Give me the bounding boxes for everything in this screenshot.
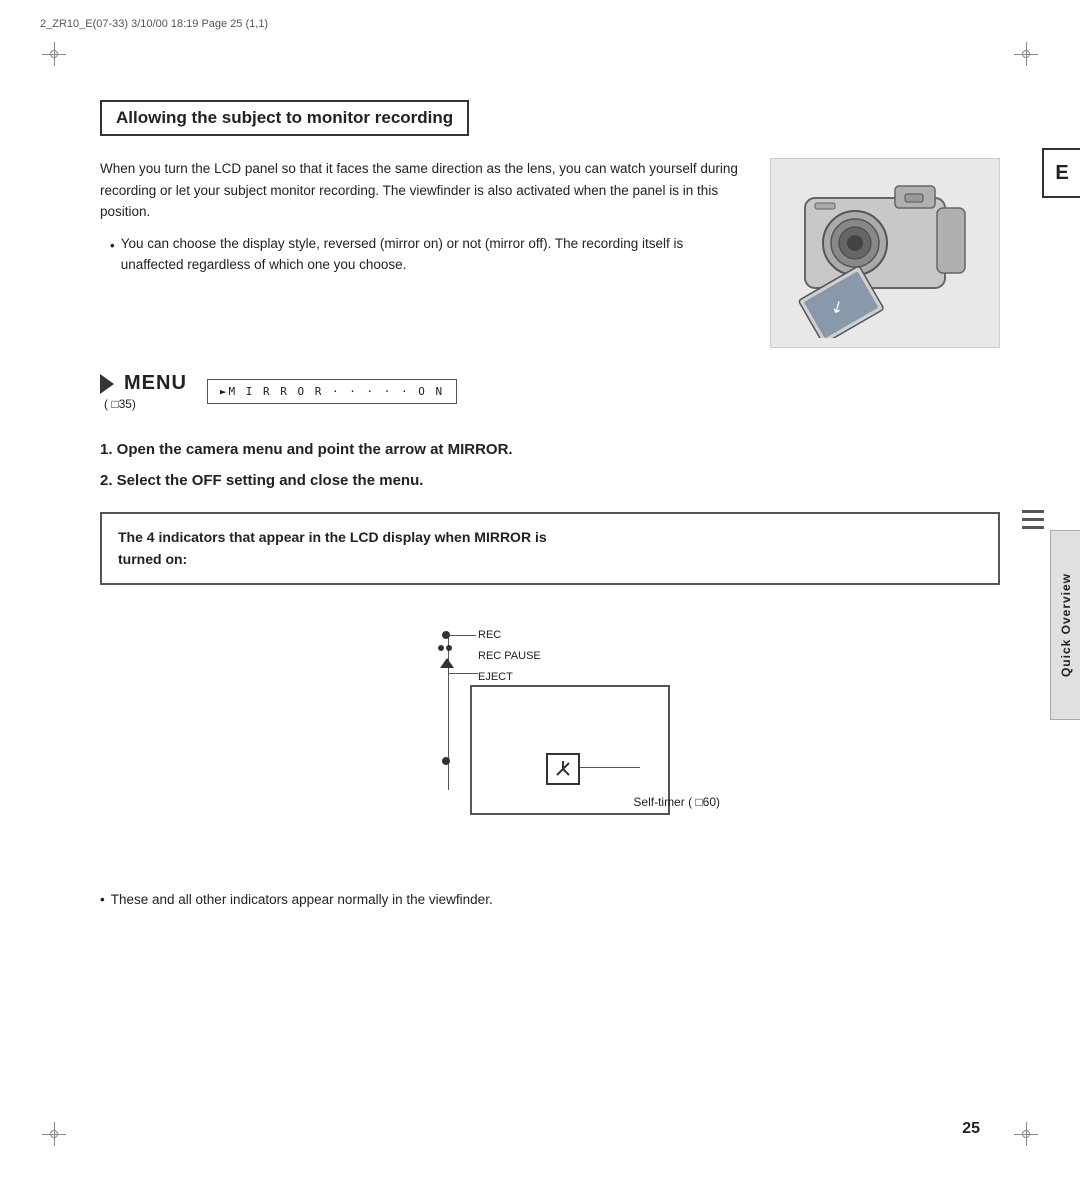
rec-pause-dot1: [438, 645, 444, 651]
menu-triangle-icon: [100, 374, 114, 394]
crosshair-bottomleft: [42, 1122, 66, 1146]
self-timer-label: Self-timer ( □60): [633, 795, 720, 809]
lcd-diagram: REC REC PAUSE EJECT: [370, 605, 730, 865]
bullet-item: • You can choose the display style, reve…: [110, 233, 746, 276]
rec-dot: [442, 631, 450, 639]
small-dot: [442, 757, 450, 765]
menu-area: MENU ( □35) ►M I R R O R · · · · · O N: [100, 372, 1000, 411]
rec-pause-label: REC PAUSE: [478, 646, 541, 667]
page-header: 2_ZR10_E(07-33) 3/10/00 18:19 Page 25 (1…: [40, 18, 1040, 30]
quick-overview-lines: [1022, 510, 1044, 529]
body-paragraph: When you turn the LCD panel so that it f…: [100, 158, 746, 223]
bullet-dot: •: [110, 235, 115, 276]
self-timer-line: [580, 767, 640, 768]
crosshair-topleft: [42, 42, 66, 66]
bottom-bullet-dot: •: [100, 889, 105, 911]
indicator-labels: REC REC PAUSE EJECT: [478, 625, 541, 688]
tab-e: E: [1042, 148, 1080, 198]
indicator-line-h1: [448, 635, 476, 636]
lcd-diagram-container: REC REC PAUSE EJECT: [100, 605, 1000, 865]
eject-triangle: [440, 658, 454, 668]
menu-icon-group: MENU ( □35): [100, 372, 187, 411]
steps: 1. Open the camera menu and point the ar…: [100, 439, 1000, 492]
info-box: The 4 indicators that appear in the LCD …: [100, 512, 1000, 585]
menu-page-ref: ( □35): [104, 397, 136, 411]
quick-overview-tab: Quick Overview: [1050, 530, 1080, 720]
page-container: 2_ZR10_E(07-33) 3/10/00 18:19 Page 25 (1…: [0, 0, 1080, 1188]
bullet-text: You can choose the display style, revers…: [121, 233, 746, 276]
main-content: Allowing the subject to monitor recordin…: [100, 100, 1000, 910]
camera-image: ↙: [770, 158, 1000, 348]
crosshair-bottomright: [1014, 1122, 1038, 1146]
rec-pause-dot2: [446, 645, 452, 651]
step-1: 1. Open the camera menu and point the ar…: [100, 439, 1000, 462]
camera-svg: ↙: [785, 168, 985, 338]
body-text-column: When you turn the LCD panel so that it f…: [100, 158, 746, 348]
header-text: 2_ZR10_E(07-33) 3/10/00 18:19 Page 25 (1…: [40, 18, 268, 30]
content-row: When you turn the LCD panel so that it f…: [100, 158, 1000, 348]
menu-display-box: ►M I R R O R · · · · · O N: [207, 379, 457, 404]
self-timer-icon: [546, 753, 580, 785]
section-title: Allowing the subject to monitor recordin…: [100, 100, 469, 136]
crosshair-topright: [1014, 42, 1038, 66]
menu-label: MENU: [124, 372, 187, 395]
bottom-bullet-text: These and all other indicators appear no…: [111, 889, 493, 911]
indicator-line-h2: [448, 673, 478, 674]
self-timer-svg: [551, 757, 575, 781]
step-2: 2. Select the OFF setting and close the …: [100, 470, 1000, 493]
menu-icon: MENU: [100, 372, 187, 395]
bottom-bullet: • These and all other indicators appear …: [100, 889, 1000, 911]
rec-label: REC: [478, 625, 541, 646]
page-number: 25: [962, 1120, 980, 1138]
